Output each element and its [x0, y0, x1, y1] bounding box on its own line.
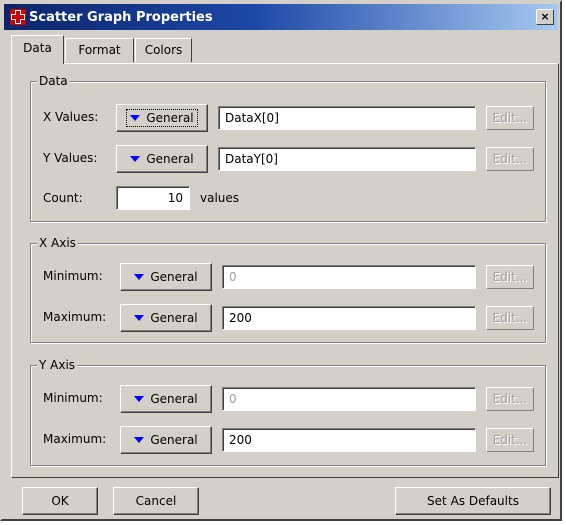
y-values-edit-button[interactable]: Edit... [486, 147, 534, 171]
set-as-defaults-button[interactable]: Set As Defaults [395, 487, 551, 515]
x-axis-group-legend: X Axis [37, 236, 78, 250]
dropdown-arrow-icon [134, 315, 145, 321]
scatter-graph-properties-dialog: Scatter Graph Properties × Data Format C… [0, 0, 562, 521]
y-axis-maximum-label: Maximum: [43, 432, 107, 446]
window-title: Scatter Graph Properties [29, 10, 213, 25]
x-axis-maximum-input[interactable]: 200 [222, 306, 476, 330]
tab-data[interactable]: Data [11, 35, 64, 64]
x-values-input[interactable]: DataX[0] [218, 106, 476, 130]
tab-data-label: Data [23, 41, 52, 55]
dropdown-arrow-icon [134, 396, 145, 402]
x-values-label: X Values: [43, 110, 99, 124]
y-axis-maximum-mode-button[interactable]: General [120, 426, 212, 454]
close-button[interactable]: × [536, 9, 554, 25]
y-values-mode-label: General [146, 152, 194, 166]
y-axis-maximum-mode-label: General [150, 433, 198, 447]
y-axis-minimum-mode-label: General [150, 392, 198, 406]
data-group: Data X Values: General DataX[0] Edit... … [30, 74, 546, 222]
y-axis-minimum-mode-button[interactable]: General [120, 385, 212, 413]
dropdown-arrow-icon [130, 115, 141, 121]
y-values-label: Y Values: [43, 151, 98, 165]
x-axis-maximum-label: Maximum: [43, 310, 107, 324]
y-values-mode-button[interactable]: General [116, 145, 208, 173]
y-axis-minimum-edit-button[interactable]: Edit... [486, 387, 534, 411]
x-axis-minimum-mode-label: General [150, 270, 198, 284]
ok-button[interactable]: OK [22, 487, 98, 515]
tab-format-label: Format [78, 43, 121, 57]
tab-format[interactable]: Format [65, 38, 134, 62]
data-group-legend: Data [37, 74, 70, 88]
y-axis-minimum-input[interactable]: 0 [222, 387, 476, 411]
x-axis-minimum-input[interactable]: 0 [222, 265, 476, 289]
x-values-mode-label: General [146, 111, 194, 125]
x-values-edit-button[interactable]: Edit... [486, 106, 534, 130]
dropdown-arrow-icon [134, 437, 145, 443]
y-axis-maximum-input[interactable]: 200 [222, 428, 476, 452]
data-tab-panel: Data X Values: General DataX[0] Edit... … [11, 63, 559, 478]
dropdown-arrow-icon [134, 274, 145, 280]
count-input[interactable]: 10 [116, 186, 190, 210]
y-axis-minimum-label: Minimum: [43, 391, 103, 405]
tab-colors-label: Colors [144, 43, 183, 57]
x-values-mode-button[interactable]: General [116, 104, 208, 132]
y-values-input[interactable]: DataY[0] [218, 147, 476, 171]
x-axis-maximum-mode-label: General [150, 311, 198, 325]
y-axis-group-legend: Y Axis [37, 358, 78, 372]
x-axis-minimum-edit-button[interactable]: Edit... [486, 265, 534, 289]
title-bar[interactable]: Scatter Graph Properties × [4, 4, 558, 30]
properties-icon [10, 9, 26, 25]
count-unit-label: values [200, 191, 240, 205]
tab-colors[interactable]: Colors [135, 38, 192, 62]
x-axis-maximum-mode-button[interactable]: General [120, 304, 212, 332]
x-axis-minimum-label: Minimum: [43, 269, 103, 283]
cancel-button[interactable]: Cancel [113, 487, 199, 515]
y-axis-group: Y Axis Minimum: General 0 Edit... Maximu… [30, 358, 546, 466]
count-label: Count: [43, 191, 83, 205]
dropdown-arrow-icon [130, 156, 141, 162]
x-axis-maximum-edit-button[interactable]: Edit... [486, 306, 534, 330]
x-axis-minimum-mode-button[interactable]: General [120, 263, 212, 291]
x-axis-group: X Axis Minimum: General 0 Edit... Maximu… [30, 236, 546, 343]
close-icon: × [540, 10, 550, 23]
y-axis-maximum-edit-button[interactable]: Edit... [486, 428, 534, 452]
